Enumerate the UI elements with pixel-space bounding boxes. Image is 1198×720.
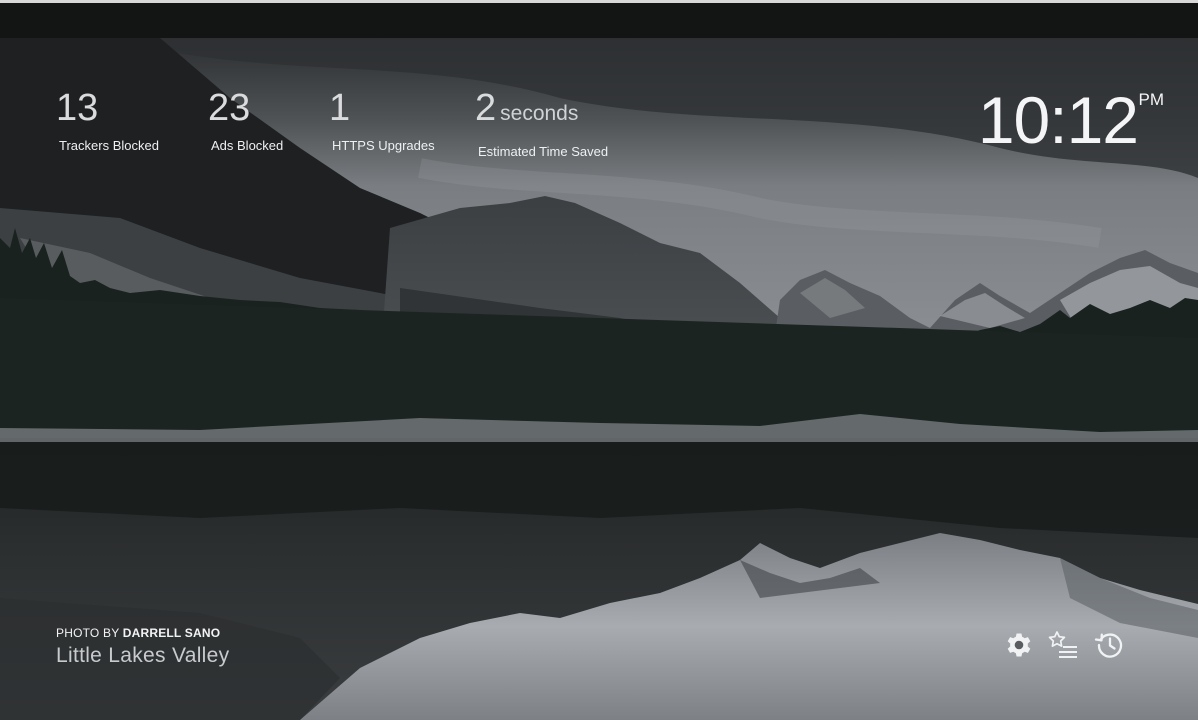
- stat-label: HTTPS Upgrades: [332, 138, 435, 153]
- photo-byline: PHOTO BY DARRELL SANO: [56, 626, 229, 640]
- stat-unit: seconds: [500, 102, 579, 125]
- stat-trackers-blocked: 13 Trackers Blocked: [56, 84, 159, 153]
- photographer-name[interactable]: DARRELL SANO: [123, 626, 221, 640]
- history-button[interactable]: [1093, 628, 1127, 662]
- stat-label: Ads Blocked: [211, 138, 284, 153]
- stat-value: 13: [56, 87, 99, 129]
- gear-icon: [1007, 633, 1031, 657]
- bookmarks-button[interactable]: [1047, 628, 1081, 662]
- photo-location: Little Lakes Valley: [56, 644, 230, 667]
- photo-credit: PHOTO BY DARRELL SANO Little Lakes Valle…: [56, 626, 229, 668]
- settings-button[interactable]: [1002, 628, 1036, 662]
- top-strip: [0, 0, 1198, 42]
- clock-time: 10:12: [977, 83, 1139, 157]
- credit-prefix: PHOTO BY: [56, 626, 120, 640]
- stat-time-saved: 2 seconds Estimated Time Saved: [475, 84, 608, 159]
- stat-label: Trackers Blocked: [59, 138, 159, 153]
- new-tab-page: 13 Trackers Blocked 23 Ads Blocked 1 HTT…: [0, 0, 1198, 720]
- stat-value: 2 seconds: [475, 87, 579, 129]
- history-icon: [1094, 633, 1123, 658]
- stat-value: 1: [329, 87, 351, 129]
- stat-label: Estimated Time Saved: [478, 144, 609, 159]
- bookmarks-icon: [1048, 631, 1077, 658]
- stat-https-upgrades: 1 HTTPS Upgrades: [329, 84, 435, 153]
- clock: 10:12 PM: [977, 82, 1164, 158]
- stat-value: 23: [208, 87, 251, 129]
- clock-ampm: PM: [1138, 90, 1165, 109]
- stat-ads-blocked: 23 Ads Blocked: [208, 84, 283, 153]
